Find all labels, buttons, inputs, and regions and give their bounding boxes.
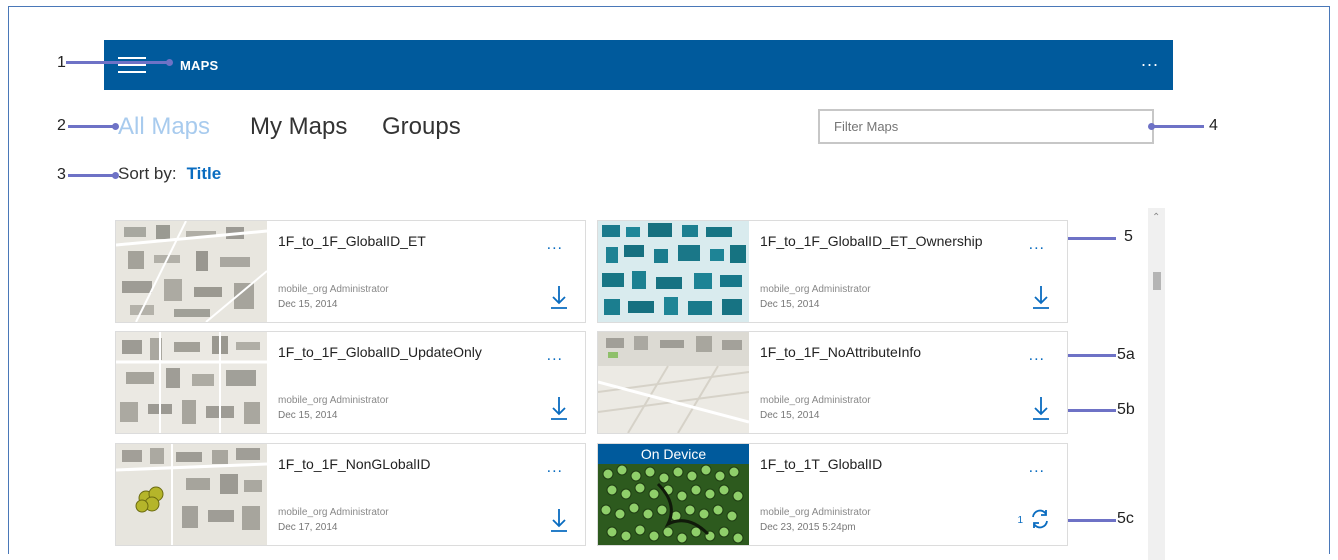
- callout-number-4: 4: [1209, 117, 1218, 134]
- map-more-options-icon[interactable]: ...: [547, 347, 563, 365]
- callout-dot-1: [166, 59, 173, 66]
- map-card[interactable]: 1F_to_1F_NonGLobalID mobile_org Administ…: [115, 443, 586, 546]
- download-icon[interactable]: [549, 395, 569, 421]
- download-icon[interactable]: [1031, 395, 1051, 421]
- app-header: MAPS ...: [104, 40, 1173, 90]
- map-card[interactable]: 1F_to_1F_GlobalID_ET mobile_org Administ…: [115, 220, 586, 323]
- tab-all-maps[interactable]: All Maps: [118, 113, 210, 141]
- scroll-up-arrow-icon[interactable]: ⌃: [1152, 212, 1160, 223]
- filter-maps-input[interactable]: [818, 109, 1154, 144]
- map-more-options-icon[interactable]: ...: [547, 236, 563, 254]
- map-more-options-icon[interactable]: ...: [1029, 236, 1045, 254]
- callout-line-5: [1064, 237, 1116, 240]
- map-title: 1F_to_1T_GlobalID: [760, 456, 883, 472]
- map-title: 1F_to_1F_GlobalID_ET_Ownership: [760, 233, 983, 249]
- callout-line-5c: [1064, 519, 1116, 522]
- callout-line-4: [1152, 125, 1204, 128]
- map-owner: mobile_org Administrator: [278, 507, 389, 518]
- callout-number-5c: 5c: [1117, 510, 1134, 527]
- callout-line-3: [68, 174, 116, 177]
- vertical-scrollbar[interactable]: ⌃: [1148, 208, 1165, 560]
- callout-line-1: [66, 61, 170, 64]
- map-date: Dec 23, 2015 5:24pm: [760, 522, 856, 533]
- sync-count: 1: [1017, 515, 1023, 526]
- map-owner: mobile_org Administrator: [278, 284, 389, 295]
- map-card[interactable]: 1F_to_1F_GlobalID_ET_Ownership mobile_or…: [597, 220, 1068, 323]
- tab-my-maps[interactable]: My Maps: [250, 113, 347, 141]
- callout-number-1: 1: [57, 54, 66, 71]
- map-owner: mobile_org Administrator: [760, 284, 871, 295]
- map-date: Dec 15, 2014: [760, 410, 820, 421]
- sort-by-label: Sort by:: [118, 164, 177, 183]
- map-title: 1F_to_1F_NoAttributeInfo: [760, 344, 922, 360]
- tab-groups[interactable]: Groups: [382, 113, 461, 141]
- on-device-badge: On Device: [598, 444, 749, 464]
- download-icon[interactable]: [1031, 284, 1051, 310]
- map-thumbnail: [116, 221, 267, 322]
- callout-dot-3: [112, 172, 119, 179]
- map-date: Dec 15, 2014: [760, 299, 820, 310]
- sync-icon[interactable]: [1029, 508, 1051, 530]
- callout-dot-2: [112, 123, 119, 130]
- map-owner: mobile_org Administrator: [760, 395, 871, 406]
- map-date: Dec 17, 2014: [278, 522, 338, 533]
- map-more-options-icon[interactable]: ...: [1029, 347, 1045, 365]
- download-icon[interactable]: [549, 284, 569, 310]
- callout-number-5: 5: [1124, 228, 1133, 245]
- map-date: Dec 15, 2014: [278, 299, 338, 310]
- map-thumbnail: [598, 221, 749, 322]
- download-icon[interactable]: [549, 507, 569, 533]
- callout-line-2: [68, 125, 116, 128]
- map-owner: mobile_org Administrator: [760, 507, 871, 518]
- map-more-options-icon[interactable]: ...: [547, 459, 563, 477]
- map-title: 1F_to_1F_GlobalID_ET: [278, 233, 426, 249]
- callout-line-5a: [1064, 354, 1116, 357]
- callout-line-5b: [1064, 409, 1116, 412]
- map-more-options-icon[interactable]: ...: [1029, 459, 1045, 477]
- hamburger-menu-icon[interactable]: [118, 57, 146, 74]
- map-thumbnail: [116, 332, 267, 433]
- map-card[interactable]: 1F_to_1F_NoAttributeInfo mobile_org Admi…: [597, 331, 1068, 434]
- app-title: MAPS: [180, 58, 219, 73]
- callout-number-5a: 5a: [1117, 346, 1135, 363]
- scroll-thumb[interactable]: [1153, 272, 1161, 290]
- map-owner: mobile_org Administrator: [278, 395, 389, 406]
- more-options-icon[interactable]: ...: [1141, 50, 1159, 71]
- map-card[interactable]: 1F_to_1F_GlobalID_UpdateOnly mobile_org …: [115, 331, 586, 434]
- map-title: 1F_to_1F_NonGLobalID: [278, 456, 431, 472]
- callout-number-5b: 5b: [1117, 401, 1135, 418]
- map-card[interactable]: On Device 1F_to_1T_GlobalID mobile_org A…: [597, 443, 1068, 546]
- sort-by: Sort by: Title: [118, 164, 221, 184]
- callout-number-3: 3: [57, 166, 66, 183]
- map-thumbnail: [598, 332, 749, 433]
- map-thumbnail: On Device: [598, 444, 749, 545]
- callout-number-2: 2: [57, 117, 66, 134]
- map-title: 1F_to_1F_GlobalID_UpdateOnly: [278, 344, 482, 360]
- map-date: Dec 15, 2014: [278, 410, 338, 421]
- map-thumbnail: [116, 444, 267, 545]
- sort-value-title[interactable]: Title: [187, 164, 222, 183]
